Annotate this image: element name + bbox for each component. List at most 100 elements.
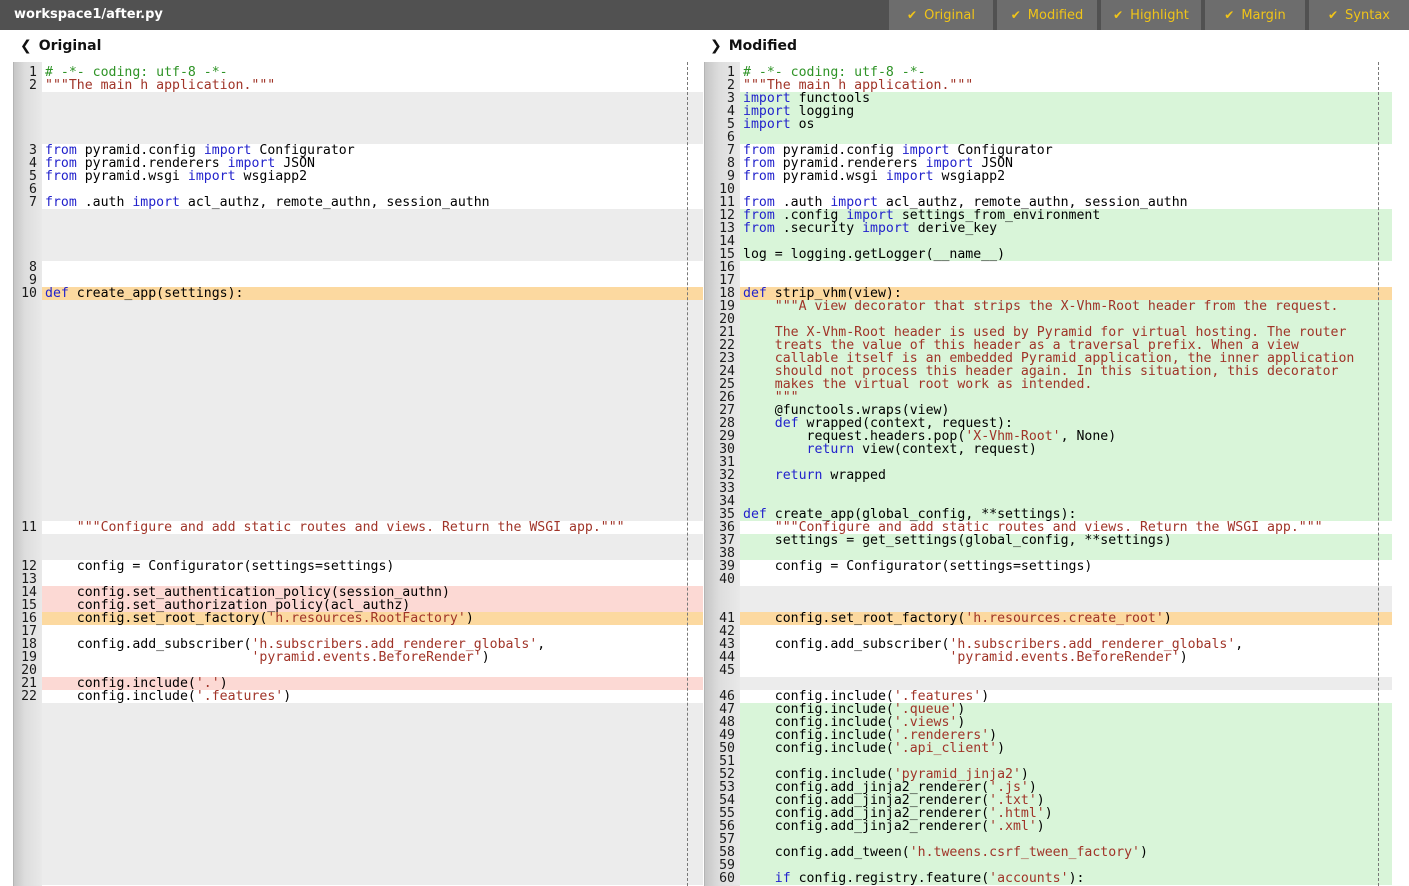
code-line xyxy=(740,586,1392,599)
code-line: from pyramid.wsgi import wsgiapp2 xyxy=(740,170,1392,183)
toggle-margin-label: Margin xyxy=(1241,8,1285,23)
code-line: config.include('.features') xyxy=(42,690,703,703)
modified-pane-header: ❯ Modified xyxy=(710,30,797,62)
toggle-highlight-button[interactable]: ✔ Highlight xyxy=(1101,0,1201,30)
line-number xyxy=(14,313,42,326)
line-number xyxy=(14,859,42,872)
code-line: """Configure and add static routes and v… xyxy=(42,521,703,534)
code-line xyxy=(42,118,703,131)
code-line: config = Configurator(settings=settings) xyxy=(740,560,1392,573)
code-line xyxy=(42,807,703,820)
code-line xyxy=(42,261,703,274)
code-line: log = logging.getLogger(__name__) xyxy=(740,248,1392,261)
check-icon: ✔ xyxy=(1011,8,1021,22)
code-line xyxy=(42,495,703,508)
line-number xyxy=(14,417,42,430)
line-number: 22 xyxy=(14,690,42,703)
line-number xyxy=(14,378,42,391)
code-line: config.add_jinja2_renderer('.xml') xyxy=(740,820,1392,833)
line-number xyxy=(14,443,42,456)
toggle-margin-button[interactable]: ✔ Margin xyxy=(1205,0,1305,30)
line-number xyxy=(14,742,42,755)
code-line xyxy=(42,209,703,222)
code-line: 'pyramid.events.BeforeRender') xyxy=(740,651,1392,664)
code-line: def create_app(settings): xyxy=(42,287,703,300)
line-number xyxy=(14,118,42,131)
code-line: from .auth import acl_authz, remote_auth… xyxy=(42,196,703,209)
line-number: 8 xyxy=(14,261,42,274)
line-number xyxy=(14,430,42,443)
code-line xyxy=(42,352,703,365)
code-line xyxy=(740,482,1392,495)
line-number xyxy=(14,781,42,794)
line-number xyxy=(14,807,42,820)
code-line: return view(context, request) xyxy=(740,443,1392,456)
toggle-highlight-label: Highlight xyxy=(1130,8,1189,23)
chevron-right-icon[interactable]: ❯ xyxy=(710,38,722,54)
line-number: 40 xyxy=(705,573,740,586)
code-line: 'pyramid.events.BeforeRender') xyxy=(42,651,703,664)
line-number: 6 xyxy=(14,183,42,196)
code-line xyxy=(42,469,703,482)
code-line: import logging xyxy=(740,105,1392,118)
code-line xyxy=(42,105,703,118)
line-number xyxy=(14,482,42,495)
code-line xyxy=(42,768,703,781)
column-margin-line xyxy=(687,62,688,886)
line-number xyxy=(14,222,42,235)
code-line: config.set_root_factory('h.resources.cre… xyxy=(740,612,1392,625)
line-number xyxy=(14,833,42,846)
line-number xyxy=(14,235,42,248)
modified-pane[interactable]: 1234567891011121314151617181920212223242… xyxy=(704,62,1392,886)
line-number xyxy=(14,248,42,261)
code-line: """The main h application.""" xyxy=(42,79,703,92)
code-line xyxy=(42,846,703,859)
code-line xyxy=(740,664,1392,677)
line-number xyxy=(14,92,42,105)
toolbar-buttons: ✔ Original ✔ Modified ✔ Highlight ✔ Marg… xyxy=(889,0,1409,30)
code-line: """A view decorator that strips the X-Vh… xyxy=(740,300,1392,313)
line-number xyxy=(14,729,42,742)
code-line xyxy=(42,742,703,755)
code-line xyxy=(42,794,703,807)
check-icon: ✔ xyxy=(907,8,917,22)
toggle-syntax-label: Syntax xyxy=(1345,8,1390,23)
line-number xyxy=(14,846,42,859)
line-number xyxy=(14,820,42,833)
line-number xyxy=(14,131,42,144)
line-number: 60 xyxy=(705,872,740,885)
line-number xyxy=(14,456,42,469)
original-pane-title: Original xyxy=(39,38,102,54)
code-line xyxy=(42,443,703,456)
code-line xyxy=(42,482,703,495)
code-line: config = Configurator(settings=settings) xyxy=(42,560,703,573)
modified-gutter: 1234567891011121314151617181920212223242… xyxy=(704,62,740,886)
code-line xyxy=(740,573,1392,586)
line-number xyxy=(14,300,42,313)
line-number xyxy=(14,352,42,365)
toggle-modified-label: Modified xyxy=(1028,8,1083,23)
line-number xyxy=(14,469,42,482)
code-line xyxy=(42,300,703,313)
chevron-left-icon[interactable]: ❮ xyxy=(20,38,32,54)
line-number: 7 xyxy=(14,196,42,209)
code-line: from pyramid.wsgi import wsgiapp2 xyxy=(42,170,703,183)
toggle-syntax-button[interactable]: ✔ Syntax xyxy=(1309,0,1409,30)
code-line xyxy=(42,391,703,404)
line-number xyxy=(14,339,42,352)
code-line xyxy=(42,222,703,235)
original-pane[interactable]: 12345678910111213141516171819202122 # -*… xyxy=(13,62,703,886)
line-number: 5 xyxy=(14,170,42,183)
toggle-original-label: Original xyxy=(924,8,975,23)
code-line xyxy=(42,872,703,885)
line-number xyxy=(705,586,740,599)
code-line xyxy=(42,430,703,443)
code-line xyxy=(42,339,703,352)
code-line: if config.registry.feature('accounts'): xyxy=(740,872,1392,885)
code-line xyxy=(42,729,703,742)
code-line xyxy=(42,859,703,872)
toggle-original-button[interactable]: ✔ Original xyxy=(889,0,993,30)
toggle-modified-button[interactable]: ✔ Modified xyxy=(997,0,1097,30)
code-line xyxy=(42,313,703,326)
code-line: config.add_tween('h.tweens.csrf_tween_fa… xyxy=(740,846,1392,859)
